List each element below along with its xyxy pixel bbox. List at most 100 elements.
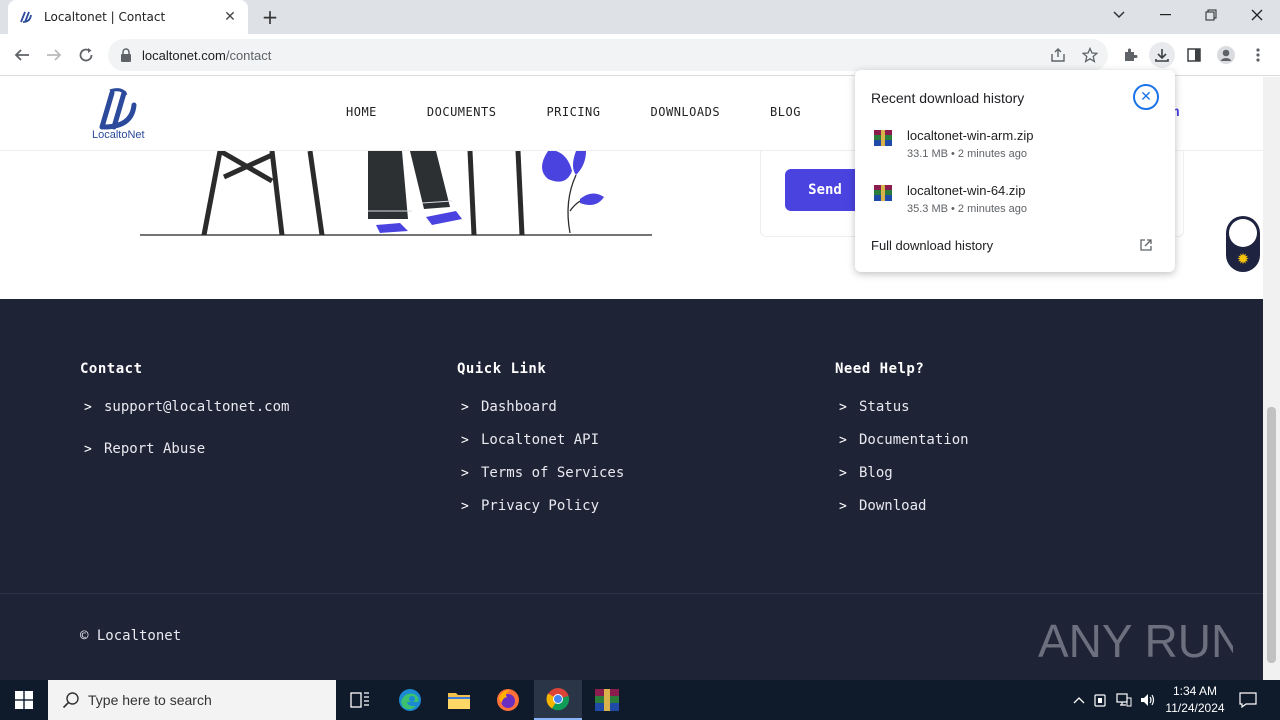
download-popup-heading: Recent download history xyxy=(871,90,1025,106)
new-tab-button[interactable]: + xyxy=(258,6,282,28)
chevron-right-icon: > xyxy=(461,432,469,448)
page-scrollbar[interactable] xyxy=(1263,77,1280,680)
tray-overflow-chevron-icon[interactable] xyxy=(1070,696,1088,704)
footer-link-report-abuse[interactable]: > Report Abuse xyxy=(84,441,289,457)
footer-link-label: Report Abuse xyxy=(104,441,206,457)
download-meta: 33.1 MB • 2 minutes ago xyxy=(907,148,1028,160)
footer-link-privacy[interactable]: > Privacy Policy xyxy=(461,498,624,514)
localtonet-logo-icon xyxy=(99,88,137,130)
winrar-archive-icon xyxy=(874,130,892,146)
security-shield-icon[interactable] xyxy=(1088,692,1112,708)
watermark-text: ANY RUN xyxy=(1038,615,1233,667)
chevron-right-icon: > xyxy=(84,441,92,457)
footer-link-api[interactable]: > Localtonet API xyxy=(461,432,624,448)
taskbar-search-placeholder: Type here to search xyxy=(88,692,212,708)
send-button[interactable]: Send xyxy=(785,169,865,211)
minimize-button[interactable] xyxy=(1142,0,1188,30)
edge-browser-icon[interactable] xyxy=(386,680,434,720)
taskbar-clock[interactable]: 1:34 AM 11/24/2024 xyxy=(1160,683,1230,717)
footer-link-label: Documentation xyxy=(859,432,969,448)
footer-divider xyxy=(0,593,1263,594)
site-logo[interactable]: LocaltoNet xyxy=(90,87,150,143)
network-icon[interactable] xyxy=(1112,693,1136,707)
site-brand-name: LocaltoNet xyxy=(92,129,145,141)
system-tray xyxy=(1070,680,1160,720)
contact-illustration xyxy=(140,151,652,236)
task-view-icon[interactable] xyxy=(336,680,384,720)
footer-link-blog[interactable]: > Blog xyxy=(839,465,969,481)
clock-date: 11/24/2024 xyxy=(1165,701,1225,715)
nav-home[interactable]: HOME xyxy=(346,105,377,119)
close-window-button[interactable] xyxy=(1234,0,1280,30)
theme-toggle[interactable]: ✹ xyxy=(1226,216,1260,272)
chevron-right-icon: > xyxy=(84,399,92,415)
footer-contact-heading: Contact xyxy=(80,361,143,377)
tab-search-chevron-icon[interactable] xyxy=(1096,0,1142,30)
footer-quick-link-heading: Quick Link xyxy=(457,361,547,377)
url-path: /contact xyxy=(225,47,272,63)
share-icon[interactable] xyxy=(1045,43,1071,67)
footer-link-label: Dashboard xyxy=(481,399,557,415)
footer-link-documentation[interactable]: > Documentation xyxy=(839,432,969,448)
footer-link-terms[interactable]: > Terms of Services xyxy=(461,465,624,481)
file-explorer-icon[interactable] xyxy=(435,680,483,720)
footer-link-download[interactable]: > Download xyxy=(839,498,969,514)
footer-link-label: Localtonet API xyxy=(481,432,600,448)
clock-time: 1:34 AM xyxy=(1172,684,1218,698)
winrar-taskbar-icon[interactable] xyxy=(583,680,631,720)
browser-tab[interactable]: Localtonet | Contact ✕ xyxy=(8,0,248,34)
download-filename: localtonet-win-64.zip xyxy=(907,183,1026,198)
address-bar[interactable]: localtonet.com/contact xyxy=(108,39,1108,71)
start-button[interactable] xyxy=(0,680,48,720)
downloads-icon[interactable] xyxy=(1149,42,1175,68)
notifications-icon[interactable] xyxy=(1228,680,1268,720)
tab-close-icon[interactable]: ✕ xyxy=(222,9,238,25)
footer-link-support-email[interactable]: > support@localtonet.com xyxy=(84,399,289,415)
footer-link-label: Blog xyxy=(859,465,893,481)
footer-link-label: Privacy Policy xyxy=(481,498,600,514)
forward-button[interactable] xyxy=(42,43,66,67)
scrollbar-thumb[interactable] xyxy=(1267,407,1276,663)
chevron-right-icon: > xyxy=(461,498,469,514)
nav-documents[interactable]: DOCUMENTS xyxy=(427,105,497,119)
full-download-history-link[interactable]: Full download history xyxy=(871,238,993,253)
chrome-taskbar-icon[interactable] xyxy=(534,680,582,720)
footer-link-label: Status xyxy=(859,399,910,415)
download-filename: localtonet-win-arm.zip xyxy=(907,128,1034,143)
url-host: localtonet.com xyxy=(142,47,226,63)
profile-avatar-icon[interactable] xyxy=(1213,43,1239,67)
footer-contact-column: Contact > support@localtonet.com > Report … xyxy=(80,361,289,457)
chevron-right-icon: > xyxy=(839,465,847,481)
back-button[interactable] xyxy=(10,43,34,67)
nav-pricing[interactable]: PRICING xyxy=(546,105,600,119)
taskbar-search-box[interactable]: Type here to search xyxy=(48,680,336,720)
volume-icon[interactable] xyxy=(1136,693,1160,707)
footer-link-label: Download xyxy=(859,498,927,514)
footer-link-label: support@localtonet.com xyxy=(104,399,290,415)
restore-button[interactable] xyxy=(1188,0,1234,30)
anyrun-watermark: ANY RUN xyxy=(1038,609,1233,669)
close-popup-icon[interactable]: ✕ xyxy=(1133,84,1159,110)
side-panel-icon[interactable] xyxy=(1181,43,1207,67)
chrome-menu-icon[interactable] xyxy=(1245,43,1271,67)
extensions-icon[interactable] xyxy=(1117,43,1143,67)
tab-strip: Localtonet | Contact ✕ + xyxy=(0,0,1280,34)
chevron-right-icon: > xyxy=(461,465,469,481)
download-meta: 35.3 MB • 2 minutes ago xyxy=(907,203,1028,215)
open-external-icon[interactable] xyxy=(1139,238,1153,252)
winrar-archive-icon xyxy=(874,185,892,201)
windows-logo-icon xyxy=(15,691,33,709)
footer-link-dashboard[interactable]: > Dashboard xyxy=(461,399,624,415)
sun-icon: ✹ xyxy=(1236,250,1250,268)
download-item[interactable]: localtonet-win-arm.zip 33.1 MB • 2 minut… xyxy=(871,128,1161,168)
download-item[interactable]: localtonet-win-64.zip 35.3 MB • 2 minute… xyxy=(871,183,1161,223)
footer-link-status[interactable]: > Status xyxy=(839,399,969,415)
footer-need-help-column: Need Help? > Status > Documentation > Blog … xyxy=(835,361,969,514)
nav-downloads[interactable]: DOWNLOADS xyxy=(651,105,721,119)
localtonet-favicon-icon xyxy=(20,11,32,23)
firefox-icon[interactable] xyxy=(484,680,532,720)
reload-button[interactable] xyxy=(74,43,98,67)
nav-blog[interactable]: BLOG xyxy=(770,105,801,119)
bookmark-star-icon[interactable] xyxy=(1077,43,1103,67)
chevron-right-icon: > xyxy=(839,498,847,514)
